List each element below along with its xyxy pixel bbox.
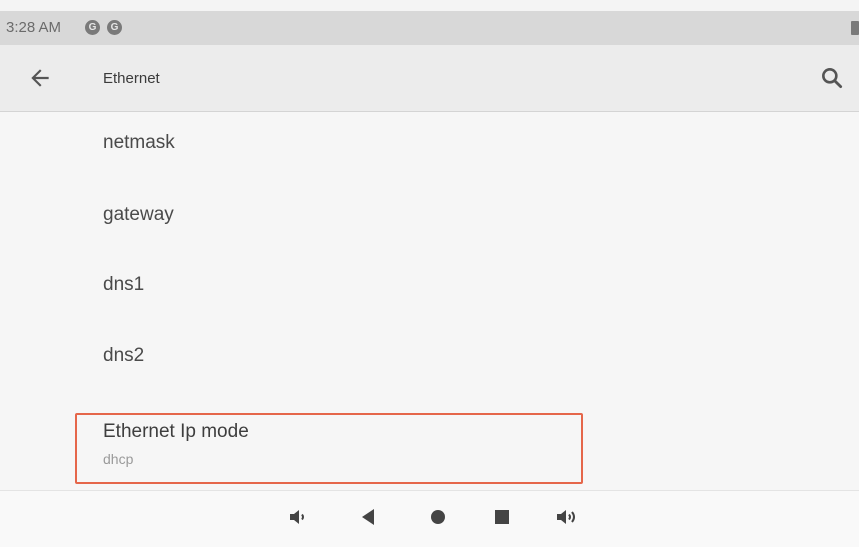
setting-item-dns1[interactable]: dns1 — [0, 254, 859, 314]
arrow-left-icon[interactable] — [27, 65, 53, 91]
navigation-bar — [0, 490, 859, 547]
setting-item-label: netmask — [103, 132, 175, 153]
home-circle-icon[interactable] — [426, 505, 450, 529]
volume-up-icon[interactable] — [554, 505, 578, 529]
ip-mode-value: dhcp — [103, 451, 134, 467]
notification-icon: G — [85, 20, 100, 35]
status-time: 3:28 AM — [6, 19, 62, 36]
search-icon[interactable] — [819, 65, 845, 91]
setting-item-label: dns2 — [103, 345, 145, 366]
volume-down-icon[interactable] — [286, 505, 310, 529]
battery-icon — [851, 21, 859, 35]
setting-item-label: dns1 — [103, 274, 145, 295]
setting-item-netmask[interactable]: netmask — [0, 112, 859, 172]
app-bar: Ethernet — [0, 45, 859, 112]
ip-mode-label: Ethernet Ip mode — [103, 421, 249, 442]
setting-item-gateway[interactable]: gateway — [0, 184, 859, 244]
setting-item-label: gateway — [103, 204, 174, 225]
page-title: Ethernet — [103, 70, 160, 87]
setting-item-dns2[interactable]: dns2 — [0, 325, 859, 385]
back-triangle-icon[interactable] — [356, 505, 380, 529]
status-bar: 3:28 AM G G — [0, 11, 859, 45]
android-settings-screen: 3:28 AM G G Ethernet netmask gateway dns… — [0, 0, 859, 547]
recents-square-icon[interactable] — [490, 505, 514, 529]
notification-icon: G — [107, 20, 122, 35]
